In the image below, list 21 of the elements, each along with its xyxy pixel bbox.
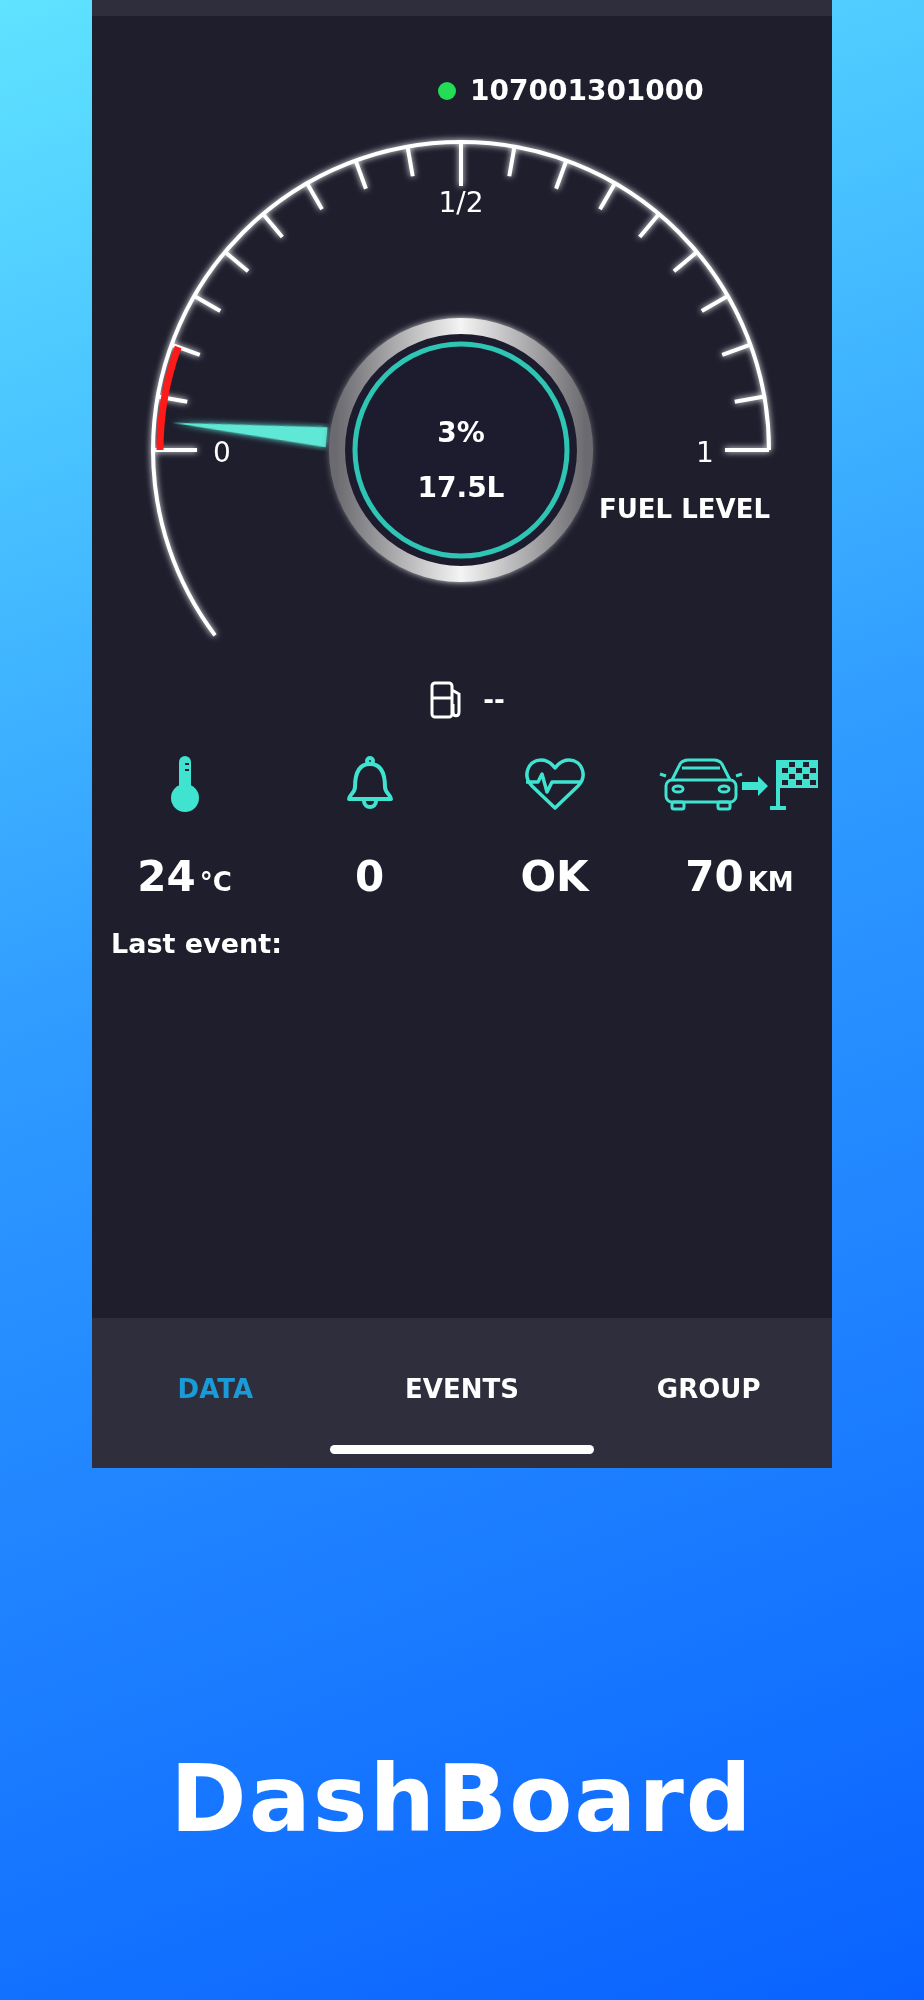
stat-unit: °C <box>199 867 232 897</box>
caption-title: DashBoard <box>170 1745 754 1853</box>
last-event-label: Last event: <box>111 928 283 959</box>
thermometer-icon <box>168 754 201 814</box>
tab[interactable]: DATA <box>169 1370 262 1408</box>
stat-value: 24 <box>137 852 196 901</box>
stat-unit: KM <box>747 867 794 897</box>
stat-value: 0 <box>354 852 385 901</box>
stat-value: OK <box>520 852 589 901</box>
gauge-title: FUEL LEVEL <box>598 494 770 524</box>
stat-value: 70 <box>685 852 744 901</box>
tab[interactable]: GROUP <box>648 1370 769 1408</box>
scale-label: 1 <box>696 436 714 469</box>
fuel-percent: 3% <box>437 416 485 449</box>
scale-label: 1/2 <box>438 186 484 219</box>
device-id: 107001301000 <box>470 74 704 107</box>
tab[interactable]: EVENTS <box>397 1370 527 1408</box>
heart-pulse-icon <box>523 756 586 812</box>
scale-label: 0 <box>213 436 231 469</box>
fuel-station-value: -- <box>483 685 505 715</box>
fuel-volume: 17.5L <box>417 471 505 504</box>
